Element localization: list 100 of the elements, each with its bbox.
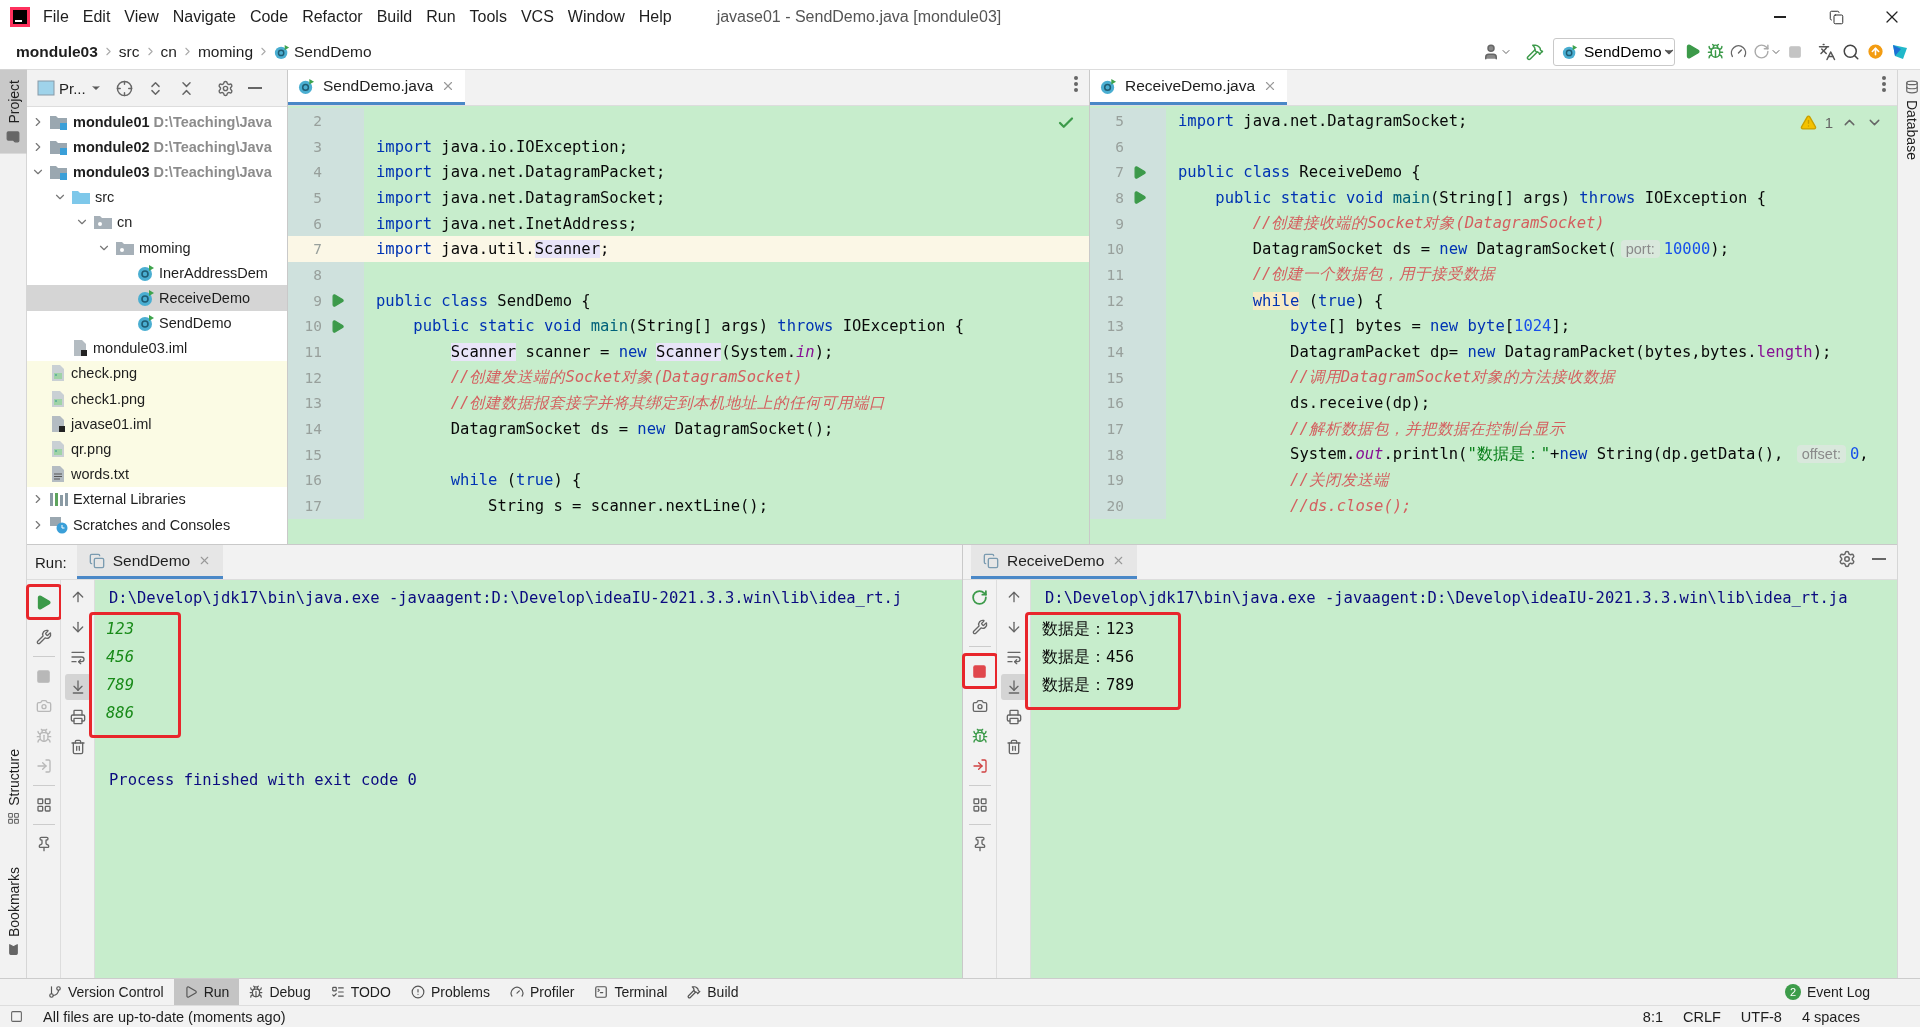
tool-window-tab[interactable]: Run [173, 979, 240, 1005]
class-icon [137, 263, 155, 282]
class-icon [1562, 43, 1578, 60]
menu-item[interactable]: Build [369, 4, 420, 30]
exit-icon [35, 758, 52, 774]
side-tab[interactable]: Structure [0, 739, 27, 835]
run-icon[interactable] [329, 318, 345, 334]
line-number: 20 [1105, 498, 1124, 515]
run-icon[interactable] [1131, 164, 1147, 180]
tool-window-tab[interactable]: Profiler [500, 979, 585, 1005]
wrench-icon [35, 629, 52, 645]
tree-item[interactable]: qr.png [27, 436, 287, 462]
tree-item[interactable]: mondule02 D:\Teaching\Java [27, 134, 287, 160]
code-line: //创建发送端的Socket对象(DatagramSocket) [449, 367, 803, 389]
menu-item[interactable]: Run [419, 4, 463, 30]
menu-item[interactable]: Help [631, 4, 679, 30]
wrap-icon [69, 649, 86, 665]
menu-item[interactable]: Refactor [295, 4, 370, 30]
wrench-icon [971, 619, 988, 635]
caret-position[interactable]: 8:1 [1642, 1008, 1663, 1025]
editor-tab[interactable]: SendDemo.java [288, 70, 466, 105]
tool-window-tab[interactable]: Version Control [38, 979, 174, 1005]
menu-item[interactable]: Edit [75, 4, 118, 30]
breadcrumb[interactable]: SendDemo [270, 42, 376, 61]
tool-window-tab[interactable]: Problems [400, 979, 500, 1005]
console-line: 数据是：789 [1041, 675, 1134, 696]
tree-item[interactable]: InerAddressDem [27, 260, 287, 286]
side-tab[interactable]: Bookmarks [0, 856, 27, 966]
restore-icon [1828, 9, 1844, 25]
scroll-end-button[interactable] [1000, 674, 1027, 700]
tool-window-tab[interactable]: TODO [320, 979, 401, 1005]
tree-item[interactable]: moming [27, 234, 287, 261]
run-config-dropdown[interactable]: SendDemo [1553, 37, 1675, 66]
tree-item[interactable]: mondule01 D:\Teaching\Java [27, 109, 287, 135]
console-line: 数据是：456 [1041, 647, 1134, 668]
indent-setting[interactable]: 4 spaces [1801, 1008, 1860, 1025]
breadcrumb[interactable]: src [114, 42, 144, 61]
line-separator[interactable]: CRLF [1683, 1008, 1721, 1025]
line-number: 12 [303, 369, 322, 386]
menu-item[interactable]: Window [560, 4, 632, 30]
tree-item[interactable]: External Libraries [27, 486, 287, 512]
line-number: 6 [1114, 138, 1124, 155]
file-encoding[interactable]: UTF-8 [1740, 1008, 1782, 1025]
line-number: 3 [312, 138, 322, 155]
editor-tab[interactable]: ReceiveDemo.java [1090, 70, 1288, 105]
tree-item[interactable]: javase01.iml [27, 411, 287, 437]
console-line: 123 [105, 619, 134, 640]
breadcrumb[interactable]: moming [193, 42, 257, 61]
window-title: javase01 - SendDemo.java [mondule03] [716, 8, 1002, 26]
view-selector[interactable]: Pr... [35, 77, 104, 99]
tree-item[interactable]: Scratches and Consoles [27, 512, 287, 538]
menu-item[interactable]: Tools [462, 4, 514, 30]
status-message: All files are up-to-date (moments ago) [43, 1008, 286, 1025]
tree-item[interactable]: mondule03.iml [27, 335, 287, 361]
code-line: String s = scanner.nextLine(); [487, 497, 769, 516]
tree-item[interactable]: ReceiveDemo [27, 285, 287, 311]
tree-item[interactable]: check.png [27, 360, 287, 387]
menu-item[interactable]: Code [242, 4, 296, 30]
line-number: 12 [1105, 292, 1124, 309]
line-number: 19 [1105, 472, 1124, 489]
scratches-icon [49, 515, 69, 534]
code-line: ds.receive(dp); [1289, 394, 1431, 413]
code-line: DatagramSocket ds = new DatagramSocket( port: 10000); [1251, 240, 1730, 259]
menu-item[interactable]: File [36, 4, 76, 30]
run-icon[interactable] [1131, 190, 1147, 206]
run-icon[interactable] [329, 293, 345, 309]
tree-item[interactable]: check1.png [27, 386, 287, 412]
tree-item[interactable]: src [27, 184, 287, 210]
tree-item[interactable]: words.txt [27, 461, 287, 487]
list-icon [330, 985, 345, 999]
hammer-icon [687, 985, 702, 999]
more-icon [1074, 76, 1078, 92]
breadcrumb[interactable]: mondule03 [12, 42, 102, 61]
menu-item[interactable]: VCS [513, 4, 561, 30]
tool-window-tab[interactable]: Debug [239, 979, 321, 1005]
scroll-end-button[interactable] [64, 674, 91, 700]
side-tab[interactable]: Database [1898, 70, 1920, 170]
line-number: 5 [312, 189, 322, 206]
event-log-tab[interactable]: 2 Event Log [1774, 979, 1880, 1005]
class-icon [298, 77, 315, 95]
process-tab[interactable]: SendDemo [76, 545, 224, 579]
tool-window-tab[interactable]: Terminal [584, 979, 678, 1005]
line-number: 9 [1114, 215, 1124, 232]
line-number: 17 [1105, 421, 1124, 438]
class-icon [137, 288, 155, 307]
line-number: 5 [1114, 112, 1124, 129]
process-tab[interactable]: ReceiveDemo [971, 545, 1138, 579]
menu-item[interactable]: View [117, 4, 166, 30]
settings-icon [216, 79, 234, 97]
tree-item[interactable]: SendDemo [27, 310, 287, 336]
menu-item[interactable]: Navigate [165, 4, 243, 30]
line-number: 8 [1114, 189, 1124, 206]
breadcrumb[interactable]: cn [156, 42, 181, 61]
gauge-icon [1730, 43, 1747, 60]
database-icon [1904, 80, 1919, 94]
tool-window-tab[interactable]: Build [677, 979, 749, 1005]
layout-toggle-icon[interactable] [10, 1010, 23, 1023]
tree-item[interactable]: mondule03 D:\Teaching\Java [27, 159, 287, 185]
side-tab[interactable]: Project [0, 70, 27, 154]
tree-item[interactable]: cn [27, 209, 287, 235]
